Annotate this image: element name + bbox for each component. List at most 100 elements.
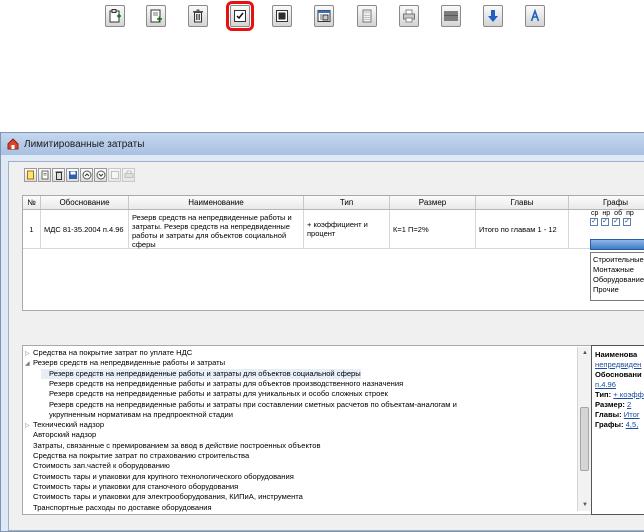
window-content: № Обоснование Наименование Тип Размер Гл… bbox=[8, 161, 644, 531]
add-document-icon bbox=[109, 9, 121, 23]
tree-item[interactable]: Средства на покрытие затрат по страхован… bbox=[25, 451, 249, 461]
app-icon bbox=[7, 138, 19, 150]
tree-scrollbar[interactable]: ▲ ▼ bbox=[577, 347, 591, 511]
info-columns-value[interactable]: 4,5, bbox=[626, 420, 639, 429]
info-type-label: Тип: bbox=[595, 390, 612, 399]
table-row[interactable]: 1 МДС 81-35.2004 п.4.96 Резерв средств н… bbox=[23, 210, 644, 249]
grid-export-button[interactable] bbox=[108, 168, 121, 182]
dropdown-option[interactable]: Монтажные bbox=[591, 265, 644, 275]
tree-item[interactable]: Стоимость тары и упаковки для электрообо… bbox=[25, 492, 303, 502]
save-icon bbox=[68, 171, 77, 179]
tree-item[interactable]: Резерв средств на непредвиденные работы … bbox=[41, 389, 388, 399]
tree-item[interactable]: Транспортные расходы по доставке оборудо… bbox=[25, 503, 212, 513]
flag-checkbox-sr[interactable]: ✓ bbox=[590, 218, 598, 226]
add-file-button[interactable] bbox=[146, 5, 166, 27]
grid-new-button[interactable] bbox=[24, 168, 37, 182]
grid-up-button[interactable] bbox=[80, 168, 93, 182]
columns-combobox[interactable]: ▼ bbox=[590, 239, 644, 250]
tree-item[interactable]: Резерв средств на непредвиденные работы … bbox=[41, 379, 403, 389]
add-file-icon bbox=[150, 9, 162, 23]
dropdown-option[interactable]: Строительные bbox=[591, 255, 644, 265]
tree-item[interactable]: Резерв средств на непредвиденные работы … bbox=[41, 368, 361, 379]
add-document-button[interactable] bbox=[105, 5, 125, 27]
flag-label-sr: ср bbox=[591, 210, 599, 217]
tree-item-label: Транспортные расходы по доставке оборудо… bbox=[33, 502, 212, 512]
tree-item[interactable]: Авторский надзор bbox=[25, 430, 96, 440]
tree-item[interactable]: Стоимость тары и упаковки для станочного… bbox=[25, 482, 238, 492]
cell-num: 1 bbox=[23, 210, 41, 248]
column-header-basis[interactable]: Обоснование bbox=[41, 196, 129, 209]
tree-item[interactable]: укрупненным нормативам на предпроектной … bbox=[41, 410, 233, 420]
checkbox-edit-icon bbox=[234, 10, 246, 22]
details-panel: Наименова непредвиден Обосновани п.4.96 … bbox=[591, 345, 644, 515]
new-icon bbox=[26, 170, 34, 180]
gray-bar-button[interactable] bbox=[441, 5, 461, 27]
column-header-type[interactable]: Тип bbox=[304, 196, 390, 209]
tree-item-label: Резерв средств на непредвиденные работы … bbox=[49, 378, 404, 388]
scroll-thumb[interactable] bbox=[580, 407, 589, 471]
flag-checkbox-pr[interactable]: ✓ bbox=[623, 218, 631, 226]
flag-label-nr: нр bbox=[602, 210, 611, 217]
list-button[interactable] bbox=[272, 5, 292, 27]
tree-item[interactable]: Стоимость тары и упаковки для крупного т… bbox=[25, 472, 294, 482]
move-down-button[interactable] bbox=[483, 5, 503, 27]
calculator-window-button[interactable] bbox=[314, 5, 334, 27]
checkbox-edit-button[interactable] bbox=[226, 1, 254, 31]
column-header-size[interactable]: Размер bbox=[390, 196, 476, 209]
cost-items-tree: ▷ Средства на покрытие затрат по уплате Н… bbox=[22, 345, 592, 515]
dropdown-option[interactable]: Оборудование bbox=[591, 275, 644, 285]
flag-label-pr: пр bbox=[626, 210, 634, 217]
grid-delete-button[interactable] bbox=[52, 168, 65, 182]
column-header-name[interactable]: Наименование bbox=[129, 196, 304, 209]
tree-item-label: Технический надзор bbox=[33, 420, 105, 430]
column-header-columns[interactable]: Графы bbox=[569, 196, 644, 209]
info-chapters-value[interactable]: Итог bbox=[624, 410, 640, 419]
column-header-chapters[interactable]: Главы bbox=[476, 196, 569, 209]
delete-button[interactable] bbox=[188, 5, 208, 27]
tree-item-label: Затраты, связанные с премированием за вв… bbox=[33, 440, 321, 450]
tree-item-label: Авторский надзор bbox=[33, 430, 97, 440]
calculator-window-icon bbox=[317, 10, 331, 22]
flag-label-ob: об bbox=[614, 210, 623, 217]
print-button[interactable] bbox=[399, 5, 419, 27]
scroll-up-icon[interactable]: ▲ bbox=[580, 348, 590, 358]
font-button[interactable] bbox=[525, 5, 545, 27]
cell-type: + коэффициент и процент bbox=[304, 210, 390, 248]
calculator-button[interactable] bbox=[357, 5, 377, 27]
info-type-value[interactable]: + коэфф bbox=[613, 390, 644, 399]
columns-flags: ср нр об пр ✓ ✓ ✓ ✓ bbox=[590, 210, 634, 226]
grid-print-button[interactable] bbox=[122, 168, 135, 182]
tree-item[interactable]: Затраты, связанные с премированием за вв… bbox=[25, 441, 321, 451]
column-header-num[interactable]: № bbox=[23, 196, 41, 209]
info-size-value[interactable]: 2 bbox=[627, 400, 631, 409]
tree-item[interactable]: Резерв средств на непредвиденные работы … bbox=[41, 400, 457, 410]
cell-basis: МДС 81-35.2004 п.4.96 bbox=[41, 210, 129, 248]
flag-checkbox-nr[interactable]: ✓ bbox=[601, 218, 609, 226]
info-name-value[interactable]: непредвиден bbox=[595, 360, 641, 369]
arrow-down-circle-icon bbox=[96, 170, 105, 180]
table-header: № Обоснование Наименование Тип Размер Гл… bbox=[23, 196, 644, 210]
scroll-down-icon[interactable]: ▼ bbox=[580, 500, 590, 510]
tree-item-label: Средства на покрытие затрат по уплате НД… bbox=[33, 348, 193, 357]
trash-icon bbox=[55, 171, 62, 180]
window-title: Лимитированные затраты bbox=[24, 138, 145, 150]
dropdown-option[interactable]: Прочие bbox=[591, 285, 644, 295]
flag-checkbox-ob[interactable]: ✓ bbox=[612, 218, 620, 226]
grid-toolbar bbox=[24, 165, 135, 185]
tree-item-label: Резерв средств на непредвиденные работы … bbox=[49, 368, 361, 378]
grid-down-button[interactable] bbox=[94, 168, 107, 182]
limited-costs-window: Лимитированные затраты № Обоснование Наи… bbox=[0, 132, 644, 532]
grid-save-button[interactable] bbox=[66, 168, 79, 182]
cell-size: К=1 П=2% bbox=[390, 210, 476, 248]
tree-item-label: Стоимость тары и упаковки для электрообо… bbox=[33, 492, 303, 502]
export-icon bbox=[110, 171, 119, 179]
tree-expander-icon[interactable]: ◢ bbox=[25, 359, 33, 369]
costs-table: № Обоснование Наименование Тип Размер Гл… bbox=[22, 195, 644, 311]
info-basis-value[interactable]: п.4.96 bbox=[595, 380, 616, 389]
delete-icon bbox=[193, 9, 203, 23]
cell-chapters: Итого по главам 1 - 12 bbox=[476, 210, 569, 248]
tree-item[interactable]: Стоимость зап.частей к оборудованию bbox=[25, 461, 170, 471]
columns-dropdown-list: Строительные Монтажные Оборудование Проч… bbox=[590, 252, 644, 301]
grid-copy-button[interactable] bbox=[38, 168, 51, 182]
tree-item-label: Резерв средств на непредвиденные работы … bbox=[49, 389, 388, 399]
